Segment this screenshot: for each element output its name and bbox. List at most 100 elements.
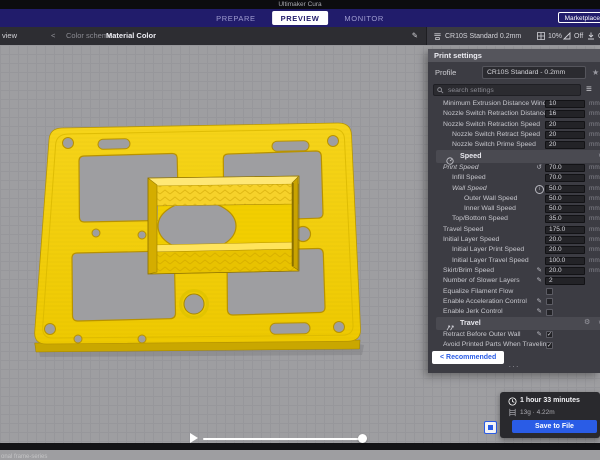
section-header-travel[interactable]: Travel⚙∨ (436, 317, 600, 330)
setting-value[interactable]: 20.0 (545, 246, 585, 254)
setting-label: Retract Before Outer Wall (443, 330, 521, 340)
adhesion-icon (587, 32, 595, 40)
print-settings-panel: Print settings Profile CR10S Standard - … (428, 49, 600, 373)
setting-unit: mm/s (589, 235, 600, 245)
setting-value[interactable]: 10 (545, 100, 585, 108)
settings-row: Initial Layer Speed20.0mm/s (428, 235, 600, 245)
setting-value[interactable]: 70.0 (545, 174, 585, 182)
reset-icon[interactable]: ↺ (530, 163, 542, 173)
setting-label: Top/Bottom Speed (452, 214, 508, 224)
checkbox[interactable]: ✓ (546, 342, 553, 349)
setting-unit: mm/s (589, 204, 600, 214)
setting-value[interactable]: 35.0 (545, 215, 585, 223)
pencil-icon: ✎ (530, 266, 542, 276)
view-toolbar: view < Color scheme Material Color ✎ (0, 27, 426, 45)
collapse-chevron-icon[interactable]: < (51, 27, 55, 45)
checkbox[interactable]: ✓ (546, 331, 553, 338)
clock-icon (508, 397, 517, 406)
checkbox[interactable] (546, 298, 553, 305)
setting-unit: mm/s (589, 163, 600, 173)
setting-unit: mm/s (589, 245, 600, 255)
star-icon[interactable]: ★ (592, 66, 599, 79)
settings-row: Print Speed↺70.0mm/s (428, 163, 600, 173)
support-icon (563, 32, 571, 40)
setting-value[interactable]: 50.0 (545, 185, 585, 193)
settings-rows: Minimum Extrusion Distance Window10mmNoz… (428, 99, 600, 349)
setting-label: Initial Layer Travel Speed (452, 256, 529, 266)
settings-menu-icon[interactable]: ≡ (586, 83, 592, 96)
save-to-file-button[interactable]: Save to File (512, 420, 597, 433)
setting-unit: mm/s (589, 120, 600, 130)
setting-value[interactable]: 100.0 (545, 257, 585, 265)
setting-value[interactable]: 16 (545, 110, 585, 118)
checkbox[interactable] (546, 309, 553, 316)
setting-label: Infill Speed (452, 173, 486, 183)
printer-icon (433, 32, 442, 41)
support-indicator[interactable]: Off (563, 27, 583, 45)
job-summary: 1 hour 33 minutes 13g · 4.22m Save to Fi… (500, 392, 600, 438)
pencil-icon: ✎ (530, 297, 542, 307)
section-header-speed[interactable]: Speed∨ (436, 150, 600, 163)
setting-label: Nozzle Switch Prime Speed (452, 140, 536, 150)
marketplace-button[interactable]: Marketplace (558, 12, 600, 23)
slider-handle-icon[interactable] (358, 434, 367, 443)
setting-label: Inner Wall Speed (464, 204, 516, 214)
settings-row: Equalize Filament Flow (428, 287, 600, 297)
setting-value[interactable]: 175.0 (545, 226, 585, 234)
setting-value[interactable]: 20.0 (545, 236, 585, 244)
pencil-icon: ✎ (530, 307, 542, 317)
setting-value[interactable]: 20 (545, 131, 585, 139)
checkbox[interactable] (546, 288, 553, 295)
printer-profile-selector[interactable]: CR10S Standard 0.2mm (433, 27, 521, 45)
setting-unit: mm/s (589, 184, 600, 194)
simulation-slider[interactable] (203, 438, 363, 440)
setting-label: Enable Acceleration Control (443, 297, 527, 307)
preview-popup-icon[interactable] (484, 421, 497, 434)
settings-row: Nozzle Switch Prime Speed20mm/s (428, 140, 600, 150)
infill-value: 10% (548, 33, 562, 40)
pencil-icon[interactable]: ✎ (412, 27, 418, 45)
tab-preview[interactable]: PREVIEW (272, 11, 329, 25)
setting-value[interactable]: 20 (545, 121, 585, 129)
setting-unit: mm/s (589, 214, 600, 224)
setting-unit: mm/s (589, 256, 600, 266)
setting-label: Nozzle Switch Retract Speed (452, 130, 540, 140)
setting-label: Enable Jerk Control (443, 307, 503, 317)
recommended-button[interactable]: < Recommended (432, 351, 504, 364)
setting-value[interactable]: 70.0 (545, 164, 585, 172)
panel-drag-handle[interactable]: ··· (509, 363, 520, 371)
setting-unit: mm/s (589, 266, 600, 276)
watermark-text: onal frame-series (1, 454, 47, 460)
tab-monitor[interactable]: MONITOR (344, 14, 383, 23)
main-nav: PREPARE PREVIEW MONITOR Marketplace (0, 9, 600, 27)
profile-dropdown[interactable]: CR10S Standard - 0.2mm (482, 66, 586, 79)
play-button[interactable] (190, 433, 198, 443)
setting-value[interactable]: 20.0 (545, 267, 585, 275)
tab-prepare[interactable]: PREPARE (216, 14, 256, 23)
setting-value[interactable]: 50.0 (545, 195, 585, 203)
infill-indicator[interactable]: 10% (537, 27, 562, 45)
setting-unit: mm (589, 99, 600, 109)
setting-unit: mm/s (589, 130, 600, 140)
settings-row: Minimum Extrusion Distance Window10mm (428, 99, 600, 109)
pencil-icon: ✎ (530, 330, 542, 340)
setting-value[interactable]: 50.0 (545, 205, 585, 213)
info-icon[interactable]: i (535, 185, 544, 194)
settings-row: Top/Bottom Speed 35.0 mm/s (428, 214, 600, 224)
search-input[interactable] (433, 84, 581, 96)
setting-label: Outer Wall Speed (464, 194, 517, 204)
setting-value[interactable]: 2 (545, 277, 585, 285)
gear-icon[interactable]: ⚙ (584, 317, 590, 330)
settings-row: Wall Speedi50.0mm/s (428, 184, 600, 194)
view-dropdown[interactable]: view (2, 27, 17, 45)
settings-row: Retract Before Outer Wall ✎ ✓ (428, 330, 600, 340)
setting-unit: mm/s (589, 225, 600, 235)
print-time: 1 hour 33 minutes (520, 397, 580, 404)
color-scheme-dropdown[interactable]: Material Color (106, 27, 156, 45)
setting-unit: mm (589, 109, 600, 119)
settings-row: Skirt/Brim Speed✎20.0mm/s (428, 266, 600, 276)
config-bar[interactable]: CR10S Standard 0.2mm 10% Off On (426, 27, 600, 45)
adhesion-indicator[interactable]: On (587, 27, 600, 45)
setting-value[interactable]: 20 (545, 141, 585, 149)
setting-label: Nozzle Switch Retraction Distance (443, 109, 547, 119)
